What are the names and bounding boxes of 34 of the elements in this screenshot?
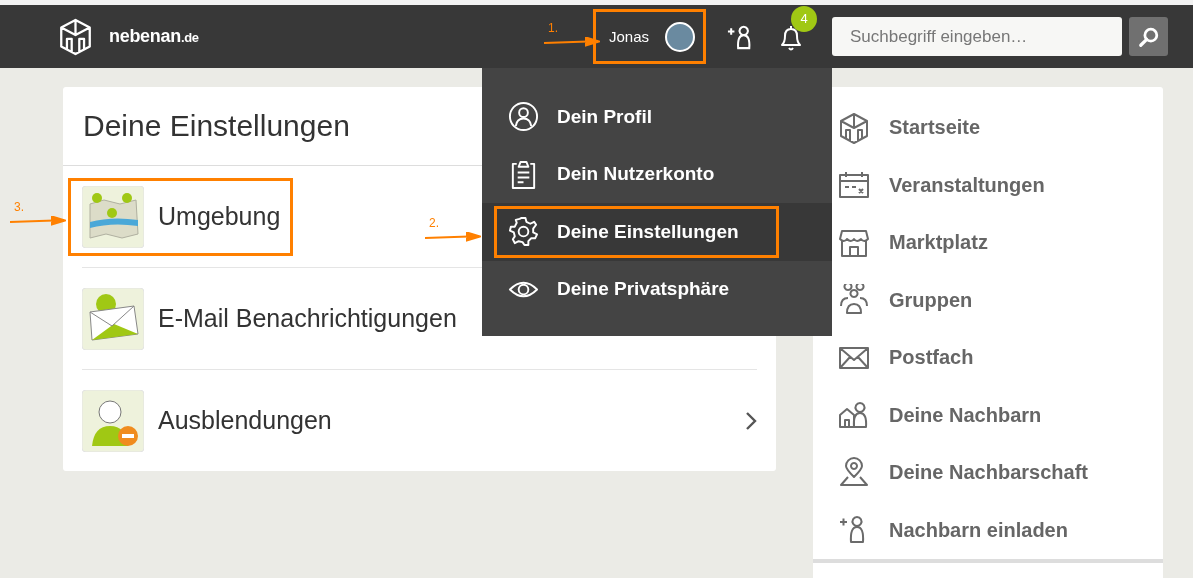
logo-icon[interactable] bbox=[58, 17, 93, 56]
envelope-drawing bbox=[82, 287, 144, 350]
person-circle-icon bbox=[508, 101, 539, 133]
highlight-frame[interactable]: Deine Einstellungen bbox=[494, 205, 779, 258]
annotation-arrow bbox=[425, 232, 481, 242]
step-number: 3. bbox=[14, 200, 24, 214]
step-number: 1. bbox=[548, 21, 558, 35]
menu-row[interactable]: Deine Einstellungen bbox=[482, 203, 832, 261]
bell-icon[interactable] bbox=[778, 23, 804, 52]
settings-entry[interactable]: Ausblendungen bbox=[68, 381, 345, 460]
user-menu-button[interactable]: Jonas bbox=[592, 9, 706, 64]
pin-icon bbox=[838, 456, 870, 489]
menu-entry[interactable]: Dein Profil bbox=[494, 90, 779, 143]
settings-entry[interactable]: E-Mail Benachrichtigungen bbox=[68, 279, 470, 358]
search-button[interactable] bbox=[1129, 17, 1168, 56]
highlight-frame[interactable]: Umgebung bbox=[68, 177, 294, 256]
sidebar-item[interactable]: Postfach bbox=[813, 329, 1163, 387]
settings-icon bbox=[508, 216, 539, 248]
notification-badge: 4 bbox=[791, 5, 817, 32]
map-drawing bbox=[82, 185, 144, 248]
logo-wordmark[interactable]: nebenan.de bbox=[109, 26, 199, 47]
avatar-icon bbox=[665, 21, 695, 52]
person-drawing bbox=[82, 389, 144, 452]
sidebar-item[interactable]: Deine Nachbarschaft bbox=[813, 444, 1163, 502]
home-icon bbox=[838, 111, 870, 144]
search-icon bbox=[1137, 25, 1160, 48]
menu-entry[interactable]: Deine Privatsphäre bbox=[494, 263, 779, 316]
sidebar-item[interactable]: Deine Nachbarn bbox=[813, 386, 1163, 444]
chevron-right-icon[interactable] bbox=[745, 410, 757, 431]
annotation-arrow bbox=[10, 216, 66, 226]
sidebar-item[interactable]: Nachbarn einladen bbox=[813, 501, 1163, 559]
step-number: 2. bbox=[429, 216, 439, 230]
annotation-arrow bbox=[544, 37, 600, 47]
search-field[interactable]: Suchbegriff eingeben… bbox=[832, 17, 1122, 56]
